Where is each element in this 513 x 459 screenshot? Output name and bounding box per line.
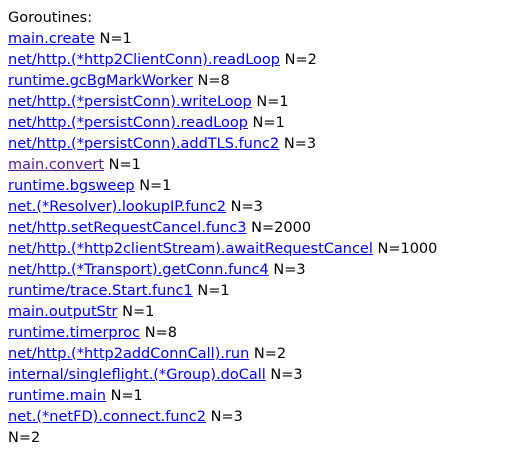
goroutines-header: Goroutines:: [8, 10, 93, 26]
goroutine-function-link[interactable]: net/http.(*http2clientStream).awaitReque…: [8, 241, 373, 257]
goroutine-row: net/http.setRequestCancel.func3 N=2000: [8, 218, 513, 239]
goroutine-function-link[interactable]: runtime.bgsweep: [8, 178, 135, 194]
goroutine-function-link[interactable]: main.convert: [8, 157, 104, 173]
goroutine-count: N=2: [253, 346, 287, 362]
goroutine-function-link[interactable]: main.outputStr: [8, 304, 118, 320]
goroutine-row: net/http.(*persistConn).writeLoop N=1: [8, 92, 513, 113]
goroutine-row: runtime.main N=1: [8, 386, 513, 407]
goroutine-count: N=1: [252, 115, 285, 131]
goroutine-count: N=1: [108, 157, 141, 173]
goroutine-row: internal/singleflight.(*Group).doCall N=…: [8, 365, 513, 386]
goroutine-count: N=8: [144, 325, 177, 341]
goroutine-count: N=1: [139, 178, 172, 194]
goroutine-count: N=3: [210, 409, 243, 425]
goroutine-count: N=3: [230, 199, 263, 215]
goroutine-function-link[interactable]: runtime/trace.Start.func1: [8, 283, 193, 299]
goroutine-function-link[interactable]: runtime.gcBgMarkWorker: [8, 73, 193, 89]
goroutine-count: N=1000: [377, 241, 438, 257]
goroutine-row: runtime.gcBgMarkWorker N=8: [8, 71, 513, 92]
goroutine-row: net/http.(*Transport).getConn.func4 N=3: [8, 260, 513, 281]
goroutine-function-link[interactable]: internal/singleflight.(*Group).doCall: [8, 367, 266, 383]
goroutine-row: runtime.timerproc N=8: [8, 323, 513, 344]
goroutine-count: N=1: [122, 304, 155, 320]
goroutine-list: main.create N=1 net/http.(*http2ClientCon…: [8, 29, 513, 428]
goroutine-row: main.outputStr N=1: [8, 302, 513, 323]
goroutine-count: N=1: [197, 283, 230, 299]
goroutine-count: N=2: [284, 52, 317, 68]
goroutine-row: net/http.(*persistConn).addTLS.func2 N=3: [8, 134, 513, 155]
goroutine-row: runtime/trace.Start.func1 N=1: [8, 281, 513, 302]
goroutines-page: Goroutines: main.create N=1 net/http.(*ht…: [0, 0, 513, 459]
goroutine-function-link[interactable]: net/http.(*persistConn).writeLoop: [8, 94, 252, 110]
goroutine-row: net.(*netFD).connect.func2 N=3: [8, 407, 513, 428]
goroutine-function-link[interactable]: net/http.setRequestCancel.func3: [8, 220, 247, 236]
goroutine-count: N=1: [256, 94, 289, 110]
goroutine-count: N=1: [110, 388, 143, 404]
goroutine-function-link[interactable]: net/http.(*http2ClientConn).readLoop: [8, 52, 280, 68]
goroutine-function-link[interactable]: net.(*netFD).connect.func2: [8, 409, 206, 425]
goroutine-row: runtime.bgsweep N=1: [8, 176, 513, 197]
goroutine-function-link[interactable]: net/http.(*http2addConnCall).run: [8, 346, 249, 362]
goroutine-function-link[interactable]: net/http.(*persistConn).readLoop: [8, 115, 248, 131]
goroutine-function-link[interactable]: net/http.(*persistConn).addTLS.func2: [8, 136, 279, 152]
goroutine-function-link[interactable]: runtime.main: [8, 388, 106, 404]
goroutine-row: main.create N=1: [8, 29, 513, 50]
goroutine-function-link[interactable]: net.(*Resolver).lookupIP.func2: [8, 199, 226, 215]
goroutine-function-link[interactable]: main.create: [8, 31, 95, 47]
goroutine-count: N=1: [99, 31, 132, 47]
goroutines-footer-count: N=2: [8, 430, 41, 446]
goroutine-row: main.convert N=1: [8, 155, 513, 176]
goroutine-row: net/http.(*persistConn).readLoop N=1: [8, 113, 513, 134]
goroutine-count: N=3: [270, 367, 303, 383]
goroutine-row: net/http.(*http2clientStream).awaitReque…: [8, 239, 513, 260]
goroutine-count: N=3: [283, 136, 317, 152]
goroutine-row: net/http.(*http2ClientConn).readLoop N=2: [8, 50, 513, 71]
goroutine-function-link[interactable]: net/http.(*Transport).getConn.func4: [8, 262, 269, 278]
goroutine-count: N=3: [273, 262, 306, 278]
goroutine-count: N=8: [197, 73, 230, 89]
goroutine-row: net.(*Resolver).lookupIP.func2 N=3: [8, 197, 513, 218]
goroutine-row: net/http.(*http2addConnCall).run N=2: [8, 344, 513, 365]
goroutine-function-link[interactable]: runtime.timerproc: [8, 325, 140, 341]
goroutine-count: N=2000: [251, 220, 312, 236]
